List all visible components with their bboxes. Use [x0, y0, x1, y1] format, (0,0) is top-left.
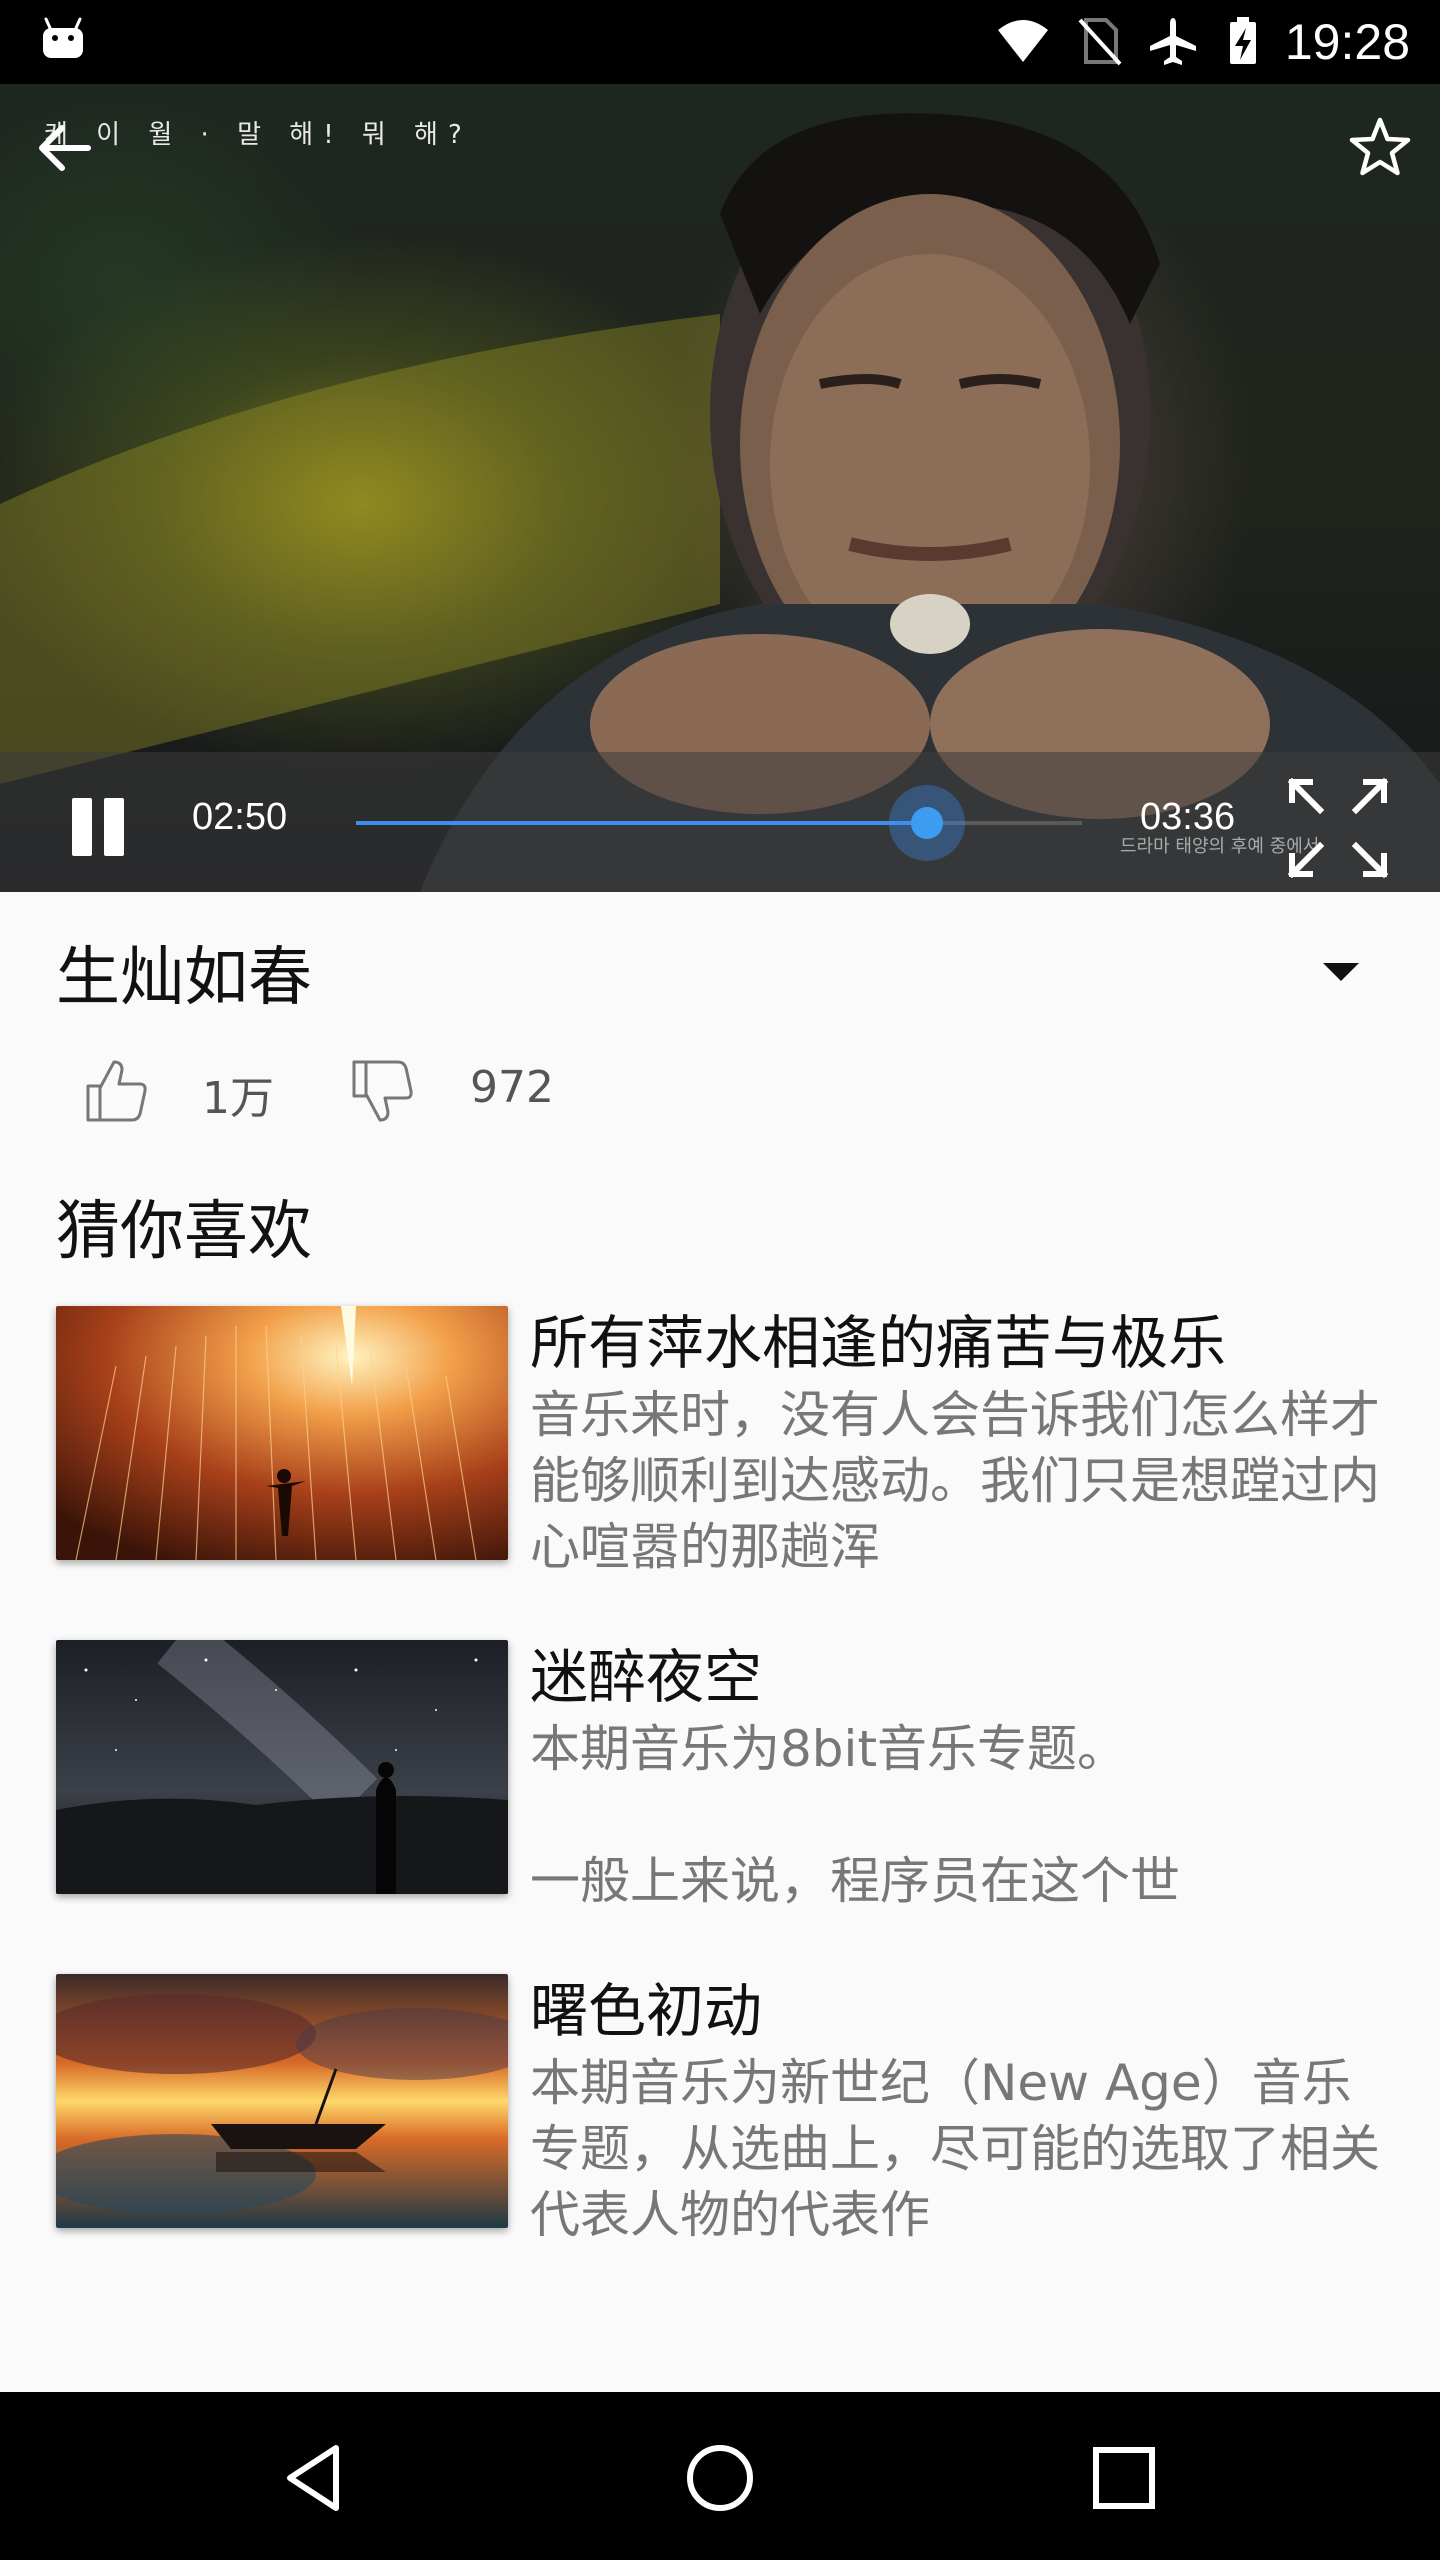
night-sky-image	[56, 1640, 508, 1894]
navigation-bar	[0, 2392, 1440, 2560]
rec-description: 本期音乐为8bit音乐专题。 一般上来说，程序员在这个世	[530, 1720, 1180, 1910]
like-count: 1万	[202, 1073, 274, 1124]
current-time: 02:50	[192, 796, 288, 838]
video-subtitle: 케 이 월 · 말 해! 뭐 해?	[44, 120, 472, 150]
rec-title: 曙色初动	[530, 1977, 763, 2045]
rec-title: 迷醉夜空	[530, 1643, 763, 1711]
status-time: 19:28	[1284, 14, 1410, 70]
favorite-star-icon[interactable]	[1344, 112, 1416, 184]
battery-charging-icon	[1230, 17, 1256, 64]
wifi-icon	[998, 20, 1048, 62]
video-title-row: 生灿如春	[0, 892, 1440, 1032]
sunset-boat-image	[56, 1974, 508, 2228]
rec-title: 所有萍水相逢的痛苦与极乐	[530, 1309, 1227, 1377]
home-circle-icon[interactable]	[672, 2430, 768, 2526]
fullscreen-icon[interactable]	[1284, 774, 1392, 882]
recents-square-icon[interactable]	[1076, 2430, 1172, 2526]
rec-description: 本期音乐为新世纪（New Age）音乐专题，从选曲上，尽可能的选取了相关代表人物…	[530, 2054, 1380, 2244]
app-root: 19:28 케 이 월 · 말 해! 뭐 해? 02:50 03:36 드라마 …	[0, 0, 1440, 2560]
rec-description: 音乐来时，没有人会告诉我们怎么样才能够顺利到达感动。我们只是想蹚过内心喧嚣的那趟…	[530, 1386, 1380, 1576]
thumbs-up-icon[interactable]	[82, 1056, 152, 1126]
no-sim-icon	[1078, 18, 1122, 66]
list-item[interactable]: 迷醉夜空 本期音乐为8bit音乐专题。 一般上来说，程序员在这个世	[56, 1640, 1396, 1910]
sparks-field-image	[56, 1306, 508, 1560]
dropdown-arrow-icon[interactable]	[1316, 946, 1366, 996]
list-item[interactable]: 曙色初动 本期音乐为新世纪（New Age）音乐专题，从选曲上，尽可能的选取了相…	[56, 1974, 1396, 2244]
seek-thumb[interactable]	[889, 785, 966, 861]
dislike-count: 972	[470, 1062, 554, 1113]
thumbs-down-icon[interactable]	[348, 1056, 418, 1126]
back-triangle-icon[interactable]	[268, 2430, 364, 2526]
seek-progress	[356, 821, 928, 825]
player-controls: 02:50 03:36 드라마 태양의 후예 중에서	[0, 752, 1440, 892]
pause-icon[interactable]	[62, 788, 142, 868]
status-bar: 19:28	[0, 0, 1440, 84]
recommendations-heading: 猜你喜欢	[56, 1195, 312, 1269]
video-player[interactable]: 케 이 월 · 말 해! 뭐 해? 02:50 03:36 드라마 태양의 후예…	[0, 84, 1440, 892]
list-item[interactable]: 所有萍水相逢的痛苦与极乐 音乐来时，没有人会告诉我们怎么样才能够顺利到达感动。我…	[56, 1306, 1396, 1576]
back-arrow-icon[interactable]	[28, 112, 100, 184]
airplane-icon	[1150, 18, 1196, 65]
seek-bar[interactable]	[356, 785, 1082, 861]
android-icon	[43, 17, 83, 58]
rating-row: 1万 972	[0, 1040, 1440, 1140]
video-title: 生灿如春	[56, 941, 312, 1015]
